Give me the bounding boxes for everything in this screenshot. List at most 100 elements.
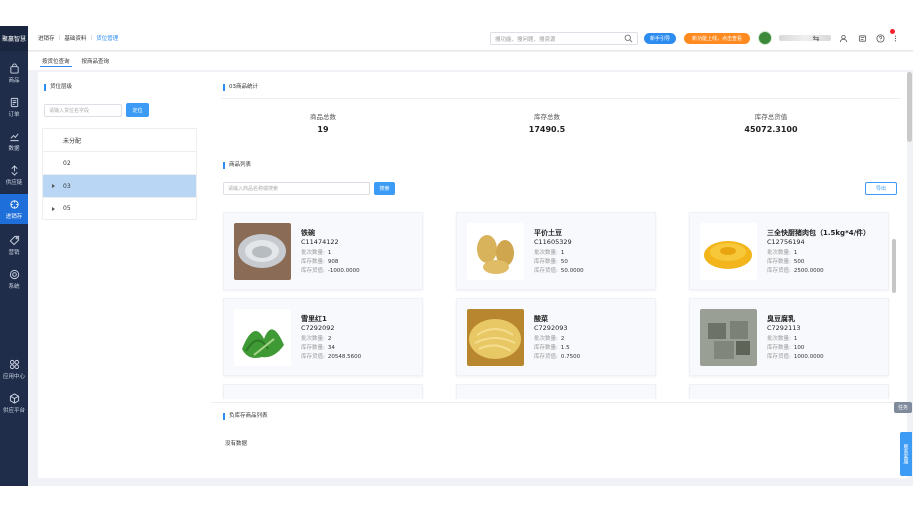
brand-logo[interactable]: 聚赢智慧 [0,26,28,51]
tree-node-label: 02 [63,159,71,167]
product-card-partial[interactable] [456,384,656,399]
product-value: 库存货值: 1000.0000 [767,354,824,360]
product-card[interactable]: 三全快厨猪肉包（1.5kg*4/件） C12756194 批次数量: 1 库存数量… [689,212,889,290]
bag-icon [9,62,19,74]
tree-node-05[interactable]: 05 [42,197,197,220]
nav-item-label: 订单 [8,111,20,118]
tab-by-location[interactable]: 按货位查询 [40,55,72,67]
query-mode-tabs: 按货位查询 按商品查询 [28,52,913,70]
product-card-partial[interactable] [223,384,423,399]
stats-title: 03商品统计 [223,84,258,91]
tree-node-03[interactable]: 03 [42,174,197,197]
tree-node-label: 05 [63,205,71,212]
product-card[interactable]: 平价土豆 C11605329 批次数量: 1 库存数量: 50 库存货值: 50.00… [456,212,656,290]
stat-value: 45072.3100 [744,124,798,134]
product-code: C7292093 [534,324,568,332]
divider [221,98,901,99]
tree-node-label: 未分配 [63,137,82,145]
tab-by-product[interactable]: 按商品查询 [80,55,112,67]
user-avatar[interactable] [758,31,772,45]
product-grid-scrollbar[interactable] [892,239,896,293]
tree-node-label: 03 [63,182,71,190]
stat-label: 库存总货值 [754,112,788,121]
product-search-input[interactable]: 请输入商品名称或搜索 [223,182,370,195]
breadcrumb-item[interactable]: 进销存 [38,34,55,42]
product-code: C11474122 [301,238,339,246]
product-batches: 批次数量: 1 [301,250,332,256]
product-name: 平价土豆 [534,229,562,237]
product-card[interactable]: 酸菜 C7292093 批次数量: 2 库存数量: 1.5 库存货值: 0.7500 [456,298,656,376]
export-button[interactable]: 导出 [865,182,897,195]
product-name: 铁碗 [301,229,315,237]
product-image-potato [467,223,524,280]
task-button[interactable]: 任务 [894,402,912,413]
product-name: 臭豆腐乳 [767,315,795,323]
product-card[interactable]: 雪里红1 C7292092 批次数量: 2 库存数量: 34 库存货值: 20548.… [223,298,423,376]
nav-item-system[interactable]: 系统 [0,264,28,294]
product-value: 库存货值: 50.0000 [534,268,584,274]
product-stock: 库存数量: 500 [767,259,805,265]
product-value: 库存货值: 2500.0000 [767,268,824,274]
product-value: 库存货值: 20548.5600 [301,354,362,360]
gear-icon [9,269,19,279]
product-list-title: 商品列表 [223,162,251,169]
product-batches: 批次数量: 1 [767,336,798,342]
product-image-bun [700,223,757,280]
nav-item-supply-chain[interactable]: 供应链 [0,160,28,190]
nav-item-goods[interactable]: 商品 [0,58,28,88]
caret-right-icon[interactable] [52,207,55,211]
app-root: 聚赢智慧 商品 订单 数据 供应链 进销存 营销 系统 应用中心 供应平台 进销… [0,26,913,486]
nav-item-marketing[interactable]: 营销 [0,230,28,260]
breadcrumb-item[interactable]: 基础资料 [64,34,86,42]
more-icon[interactable] [890,33,900,43]
locate-button[interactable]: 定位 [126,103,149,117]
tree-node-unassigned[interactable]: 未分配 [42,128,197,151]
breadcrumb-separator: | [58,35,61,41]
breadcrumb-current: 货位管理 [96,36,119,42]
product-code: C11605329 [534,238,572,246]
page-scrollbar[interactable] [907,72,912,142]
product-code: C12756194 [767,238,805,246]
location-search-input[interactable]: 请输入货位名字段 [44,104,122,117]
product-code: C7292092 [301,324,335,332]
nav-item-app-center[interactable]: 应用中心 [0,354,28,384]
product-name: 酸菜 [534,315,548,323]
stat-stock-total: 库存总数 17490.5 [435,102,659,142]
product-stock: 库存数量: 50 [534,259,568,265]
product-search-button[interactable]: 搜索 [374,182,395,195]
location-detail-panel: 03商品统计 商品总数 19 库存总数 17490.5 库存总货值 45072.… [211,72,907,478]
stat-stock-value: 库存总货值 45072.3100 [659,102,883,142]
left-nav: 聚赢智慧 商品 订单 数据 供应链 进销存 营销 系统 应用中心 供应平台 [0,26,28,486]
location-search-placeholder: 请输入货位名字段 [49,108,90,114]
user-name-blurred[interactable] [779,35,831,41]
product-batches: 批次数量: 1 [767,250,798,256]
nav-item-data[interactable]: 数据 [0,126,28,156]
product-card[interactable]: 铁碗 C11474122 批次数量: 1 库存数量: 908 库存货值: -1000.… [223,212,423,290]
product-stock: 库存数量: 1.5 [534,345,570,351]
product-image-sauerkraut [467,309,524,366]
switch-icon[interactable]: ⇆ [811,33,821,43]
breadcrumb-separator: | [90,35,93,41]
customer-service-button[interactable]: 联系客服 [900,432,912,476]
product-card[interactable]: 臭豆腐乳 C7292113 批次数量: 1 库存数量: 100 库存货值: 1000.… [689,298,889,376]
product-card-partial[interactable] [689,384,889,399]
nav-item-supply-platform[interactable]: 供应平台 [0,388,28,418]
help-icon[interactable] [875,33,885,43]
user-group-icon[interactable] [838,33,848,43]
tree-node-02[interactable]: 02 [42,151,197,174]
global-search-input[interactable]: 搜功能、搜问题、搜资源 [490,32,638,45]
search-icon[interactable] [624,34,633,43]
new-feature-button[interactable]: 新功能上线，点击查看 [684,33,750,44]
breadcrumb: 进销存 | 基础资料 | 货位管理 [38,34,122,42]
caret-right-icon[interactable] [52,184,55,188]
location-tree-title: 货位层级 [44,84,72,91]
location-tree-panel: 货位层级 请输入货位名字段 定位 未分配 02 03 05 [38,72,211,478]
negative-stock-empty: 没有数据 [225,441,248,447]
cube-icon [9,392,19,404]
product-stock: 库存数量: 34 [301,345,335,351]
nav-item-orders[interactable]: 订单 [0,92,28,122]
message-icon[interactable] [857,33,867,43]
guide-button[interactable]: 新手引导 [644,33,676,44]
nav-item-inventory[interactable]: 进销存 [0,194,28,224]
stat-label: 库存总数 [534,112,560,121]
